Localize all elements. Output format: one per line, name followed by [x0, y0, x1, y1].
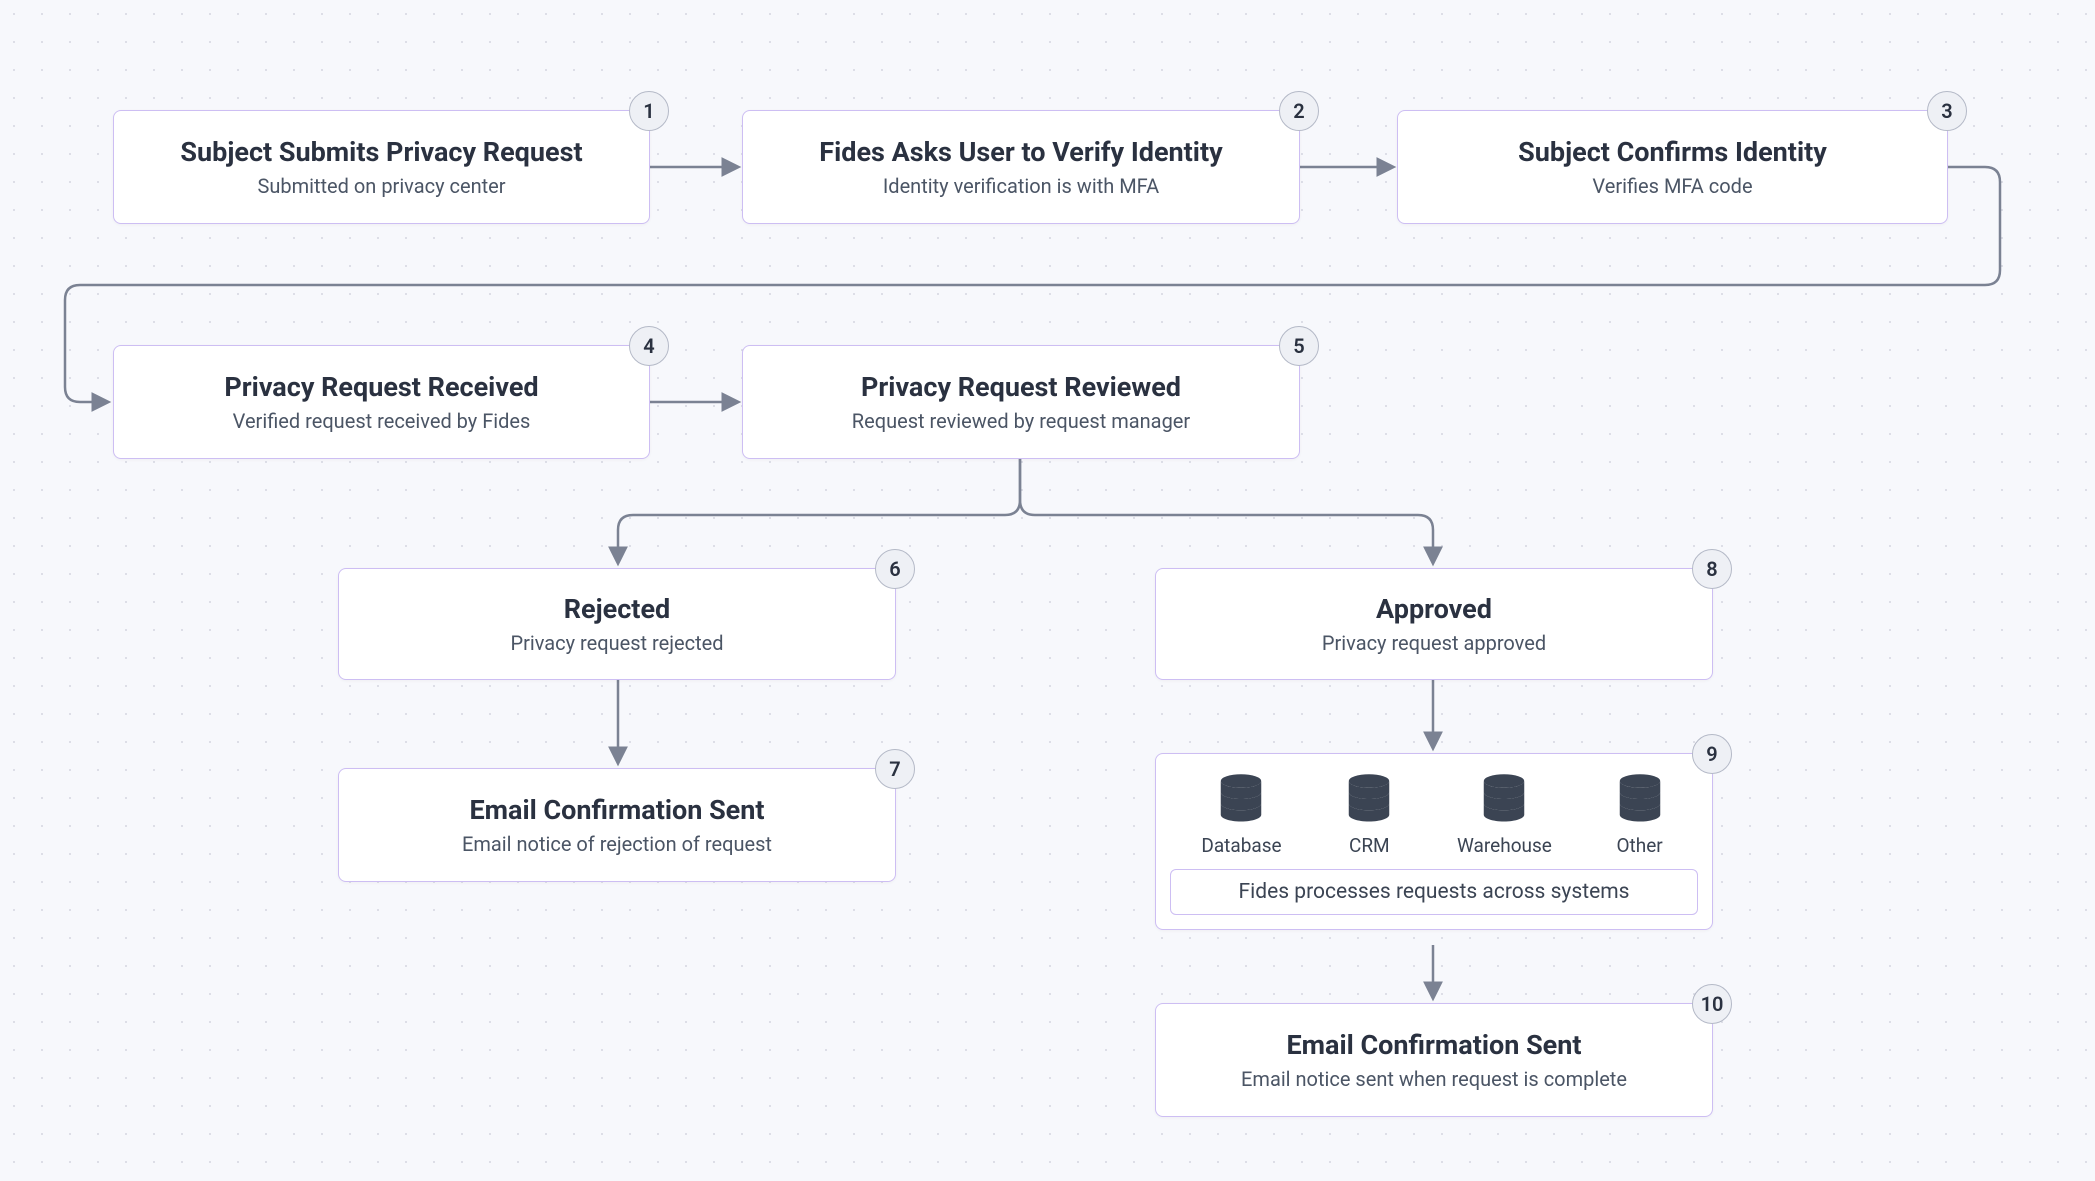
database-icon [1342, 772, 1396, 826]
step-badge: 9 [1692, 734, 1732, 774]
database-icon [1477, 772, 1531, 826]
system-item: Other [1613, 772, 1667, 857]
node-subtitle: Privacy request approved [1184, 631, 1684, 655]
node-request-reviewed: Privacy Request Reviewed Request reviewe… [742, 345, 1300, 459]
system-label: Database [1201, 834, 1281, 857]
step-badge: 10 [1692, 984, 1732, 1024]
node-subtitle: Request reviewed by request manager [771, 409, 1271, 433]
node-title: Fides Asks User to Verify Identity [771, 136, 1271, 168]
system-label: Other [1616, 834, 1662, 857]
node-subtitle: Email notice sent when request is comple… [1184, 1067, 1684, 1091]
snode-confirm-identity: Subject Confirms Identity Verifies MFA c… [1397, 110, 1948, 224]
systems-row: Database CRM Warehouse Other [1156, 754, 1712, 869]
node-rejected: Rejected Privacy request rejected 6 [338, 568, 896, 680]
step-badge: 4 [629, 326, 669, 366]
step-badge: 3 [1927, 91, 1967, 131]
node-subtitle: Submitted on privacy center [142, 174, 621, 198]
node-title: Subject Submits Privacy Request [142, 136, 621, 168]
node-completion-email: Email Confirmation Sent Email notice sen… [1155, 1003, 1713, 1117]
node-submit-request: Subject Submits Privacy Request Submitte… [113, 110, 650, 224]
node-subtitle: Email notice of rejection of request [367, 832, 867, 856]
step-badge: 6 [875, 549, 915, 589]
system-item: CRM [1342, 772, 1396, 857]
node-subtitle: Verifies MFA code [1426, 174, 1919, 198]
node-title: Subject Confirms Identity [1426, 136, 1919, 168]
step-badge: 1 [629, 91, 669, 131]
node-process-systems: 9 Database CRM Warehouse Other Fides pro… [1155, 753, 1713, 930]
node-title: Privacy Request Reviewed [771, 371, 1271, 403]
node-subtitle: Verified request received by Fides [142, 409, 621, 433]
node-subtitle: Identity verification is with MFA [771, 174, 1271, 198]
node-rejection-email: Email Confirmation Sent Email notice of … [338, 768, 896, 882]
step-badge: 5 [1279, 326, 1319, 366]
step-badge: 2 [1279, 91, 1319, 131]
step-badge: 7 [875, 749, 915, 789]
database-icon [1214, 772, 1268, 826]
node-title: Email Confirmation Sent [1184, 1029, 1684, 1061]
system-label: Warehouse [1457, 834, 1552, 857]
node-title: Rejected [367, 593, 867, 625]
systems-caption: Fides processes requests across systems [1170, 869, 1698, 915]
node-request-received: Privacy Request Received Verified reques… [113, 345, 650, 459]
node-title: Privacy Request Received [142, 371, 621, 403]
node-title: Email Confirmation Sent [367, 794, 867, 826]
node-approved: Approved Privacy request approved 8 [1155, 568, 1713, 680]
node-verify-identity: Fides Asks User to Verify Identity Ident… [742, 110, 1300, 224]
system-item: Database [1201, 772, 1281, 857]
system-item: Warehouse [1457, 772, 1552, 857]
database-icon [1613, 772, 1667, 826]
system-label: CRM [1349, 834, 1390, 857]
step-badge: 8 [1692, 549, 1732, 589]
node-subtitle: Privacy request rejected [367, 631, 867, 655]
node-title: Approved [1184, 593, 1684, 625]
